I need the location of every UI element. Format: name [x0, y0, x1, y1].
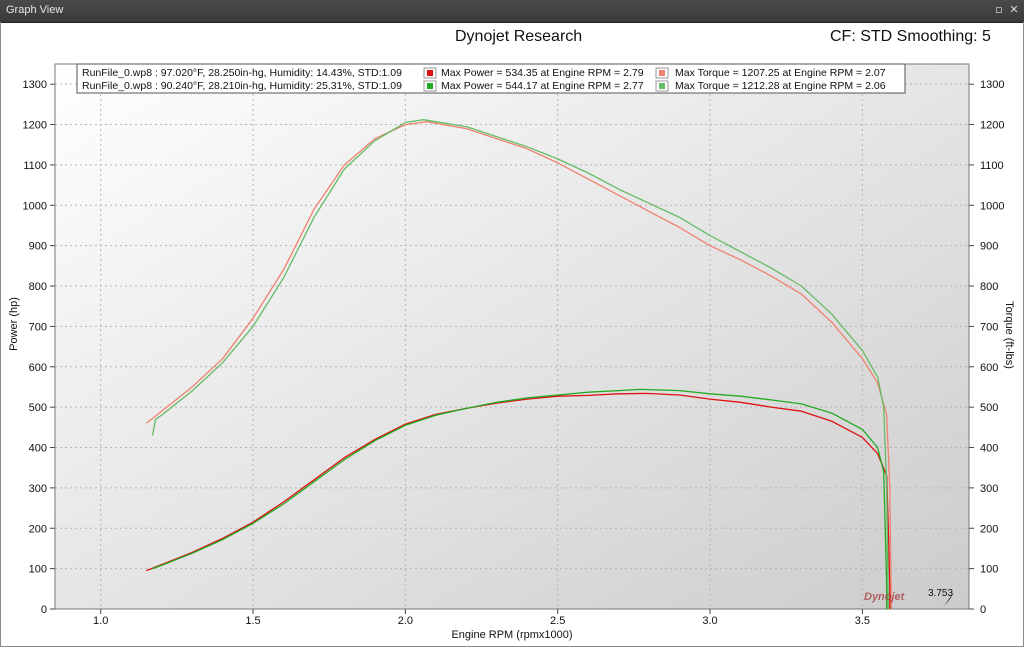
right-tick-label-1: 100 [980, 564, 998, 576]
legend-run-2-torque-swatch [659, 83, 665, 89]
right-tick-label-10: 1000 [980, 200, 1004, 212]
legend-run-2-max-torque: Max Torque = 1212.28 at Engine RPM = 2.0… [675, 80, 886, 92]
x-axis-label: Engine RPM (rpmx1000) [451, 629, 572, 641]
x-tick-label-5: 3.5 [855, 615, 870, 627]
x-axis-ticks: 1.0 1.5 2.0 2.5 3.0 3.5 [93, 609, 870, 627]
legend-run-1-info: RunFile_0.wp8 : 97.020°F, 28.250in-hg, H… [82, 67, 402, 79]
legend-run-1-torque-swatch [659, 70, 665, 76]
left-tick-label-3: 300 [29, 483, 47, 495]
right-tick-label-4: 400 [980, 443, 998, 455]
right-tick-label-11: 1100 [980, 160, 1004, 172]
left-tick-label-6: 600 [29, 362, 47, 374]
x-tick-label-2: 2.0 [398, 615, 413, 627]
plot-area [54, 63, 970, 610]
x-tick-label-1: 1.5 [245, 615, 260, 627]
left-tick-label-7: 700 [29, 321, 47, 333]
y-axis-label: Power (hp) [8, 297, 20, 351]
left-tick-label-13: 1300 [23, 79, 47, 91]
cursor-readout: 3.753 [928, 588, 953, 599]
left-tick-label-12: 1200 [23, 120, 47, 132]
legend-run-2-info: RunFile_0.wp8 : 90.240°F, 28.210in-hg, H… [82, 80, 402, 92]
legend-run-2-max-power: Max Power = 544.17 at Engine RPM = 2.77 [441, 80, 644, 92]
x-tick-label-4: 3.0 [702, 615, 717, 627]
right-tick-label-6: 600 [980, 362, 998, 374]
left-tick-label-2: 200 [29, 523, 47, 535]
dyno-chart: 0100200300400500600700800900100011001200… [8, 63, 1015, 641]
left-tick-label-11: 1100 [23, 160, 47, 172]
x-tick-label-3: 2.5 [550, 615, 565, 627]
right-tick-label-5: 500 [980, 402, 998, 414]
right-tick-label-9: 900 [980, 241, 998, 253]
legend-run-1-max-torque: Max Torque = 1207.25 at Engine RPM = 2.0… [675, 67, 886, 79]
legend-run-2-power-swatch [427, 83, 433, 89]
legend-box: RunFile_0.wp8 : 97.020°F, 28.250in-hg, H… [76, 63, 906, 94]
right-tick-label-12: 1200 [980, 120, 1004, 132]
right-tick-label-0: 0 [980, 604, 986, 616]
left-tick-label-8: 800 [29, 281, 47, 293]
y2-axis-label: Torque (ft-lbs) [1003, 301, 1015, 369]
left-tick-label-1: 100 [29, 564, 47, 576]
left-tick-label-0: 0 [41, 604, 47, 616]
right-tick-label-2: 200 [980, 523, 998, 535]
left-axis-ticks: 0 100 200 300 400 500 600 700 800 900 1000 1100 1200… [23, 79, 55, 616]
right-axis-ticks: 0 100 200 300 400 500 600 700 800 900 1000 1100 1200… [969, 79, 1004, 616]
right-tick-label-8: 800 [980, 281, 998, 293]
legend-run-1-power-swatch [427, 70, 433, 76]
right-tick-label-3: 300 [980, 483, 998, 495]
left-tick-label-4: 400 [29, 443, 47, 455]
left-tick-label-5: 500 [29, 402, 47, 414]
right-tick-label-13: 1300 [980, 79, 1004, 91]
left-tick-label-10: 1000 [23, 200, 47, 212]
dynojet-watermark: Dynojet [864, 591, 906, 603]
legend-run-1-max-power: Max Power = 534.35 at Engine RPM = 2.79 [441, 67, 644, 79]
x-tick-label-0: 1.0 [93, 615, 108, 627]
left-tick-label-9: 900 [29, 241, 47, 253]
right-tick-label-7: 700 [980, 321, 998, 333]
